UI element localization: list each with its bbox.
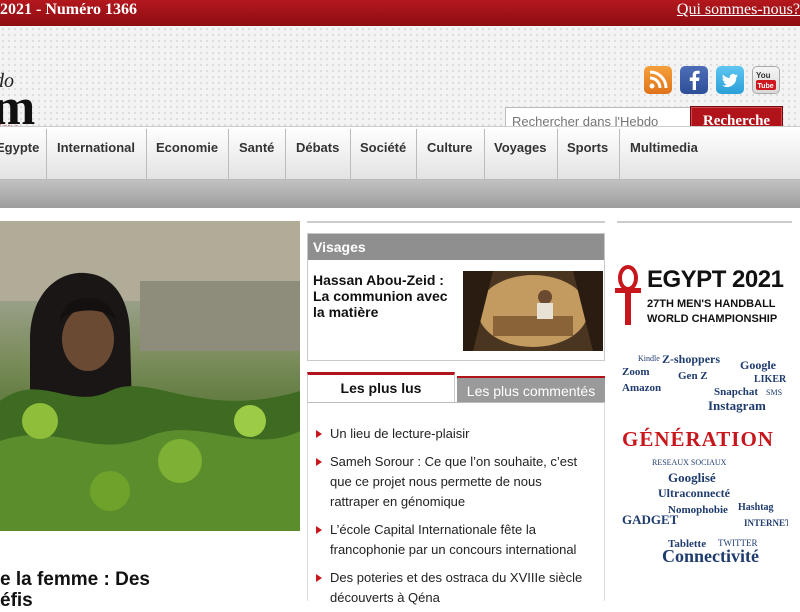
list-item[interactable]: Un lieu de lecture-plaisir: [316, 424, 592, 444]
egypt-2021-banner[interactable]: EGYPT 2021 27TH MEN'S HANDBALL WORLD CHA…: [613, 262, 793, 332]
nav-divider: [146, 129, 147, 179]
tab-most-commented[interactable]: Les plus commentés: [457, 376, 605, 402]
visages-header-label: Visages: [313, 239, 366, 255]
nav-item-international[interactable]: International: [57, 127, 135, 179]
wc-bottom: Connectivité: [662, 546, 759, 566]
wc-word: LIKER: [754, 374, 787, 385]
tabs: Les plus lus Les plus commentés: [307, 372, 605, 402]
list-item-text: Sameh Sorour : Ce que l’on souhaite, c’e…: [330, 454, 578, 509]
wc-word: Amazon: [622, 382, 662, 394]
wc-word: Instagram: [708, 398, 766, 413]
nav-item-voyages[interactable]: Voyages: [494, 127, 547, 179]
wc-word: Ultraconnecté: [658, 486, 730, 500]
egypt-2021-sub1: 27TH MEN'S HANDBALL: [647, 298, 776, 310]
arrow-bullet-icon: [316, 430, 322, 438]
list-item-text: L’école Capital Internationale fête la f…: [330, 522, 577, 557]
wc-word: Snapchat: [714, 386, 759, 398]
sub-nav-bar: [0, 180, 800, 208]
wc-word: Googlisé: [668, 470, 716, 485]
wc-word: Gen Z: [678, 370, 708, 382]
wc-word: Z-shoppers: [662, 352, 721, 366]
wc-word: Zoom: [622, 366, 650, 378]
wc-word: INTERNET: [744, 518, 788, 528]
nav-divider: [350, 129, 351, 179]
arrow-bullet-icon: [316, 458, 322, 466]
nav-item-sports[interactable]: Sports: [567, 127, 608, 179]
nav-item-debats[interactable]: Débats: [296, 127, 339, 179]
visages-box: Visages Hassan Abou-Zeid : La communion …: [307, 233, 605, 361]
wc-word: Nomophobie: [668, 504, 728, 516]
arrow-bullet-icon: [316, 526, 322, 534]
most-read-list: Un lieu de lecture-plaisir Sameh Sorour …: [307, 402, 605, 605]
nav-item-egypte[interactable]: Egypte: [0, 127, 39, 179]
visages-header: Visages: [308, 234, 604, 260]
nav-divider: [285, 129, 286, 179]
nav-divider: [619, 129, 620, 179]
egypt-2021-title: EGYPT 2021: [647, 266, 784, 293]
featured-image[interactable]: [0, 221, 300, 531]
egypt-2021-sub2: WORLD CHAMPIONSHIP: [647, 313, 778, 325]
main-nav: Egypte International Economie Santé Déba…: [0, 126, 800, 180]
svg-text:Tube: Tube: [758, 83, 774, 90]
wc-word: RESEAUX SOCIAUX: [652, 458, 727, 467]
nav-divider: [228, 129, 229, 179]
featured-headline-cont[interactable]: éfis: [0, 590, 33, 612]
issue-number: 2021 - Numéro 1366: [0, 1, 138, 18]
nav-item-culture[interactable]: Culture: [427, 127, 473, 179]
rss-icon[interactable]: [644, 66, 672, 94]
nav-item-economie[interactable]: Economie: [156, 127, 218, 179]
nav-divider: [557, 129, 558, 179]
wc-word: Kindle: [638, 354, 660, 363]
wc-word: SMS: [766, 388, 783, 397]
twitter-icon[interactable]: [716, 66, 744, 94]
header: do m igne YouTube Recherche: [0, 26, 800, 138]
divider: [617, 221, 792, 223]
nav-item-multimedia[interactable]: Multimedia: [630, 127, 698, 179]
visages-article-title[interactable]: Hassan Abou-Zeid : La communion avec la …: [313, 272, 458, 320]
wc-word: Hashtag: [738, 502, 774, 513]
nav-divider: [46, 129, 47, 179]
facebook-icon[interactable]: [680, 66, 708, 94]
nav-divider: [484, 129, 485, 179]
wc-word: Google: [740, 358, 776, 372]
top-bar: 2021 - Numéro 1366 Qui sommes-nous?: [0, 0, 800, 26]
list-item[interactable]: Sameh Sorour : Ce que l’on souhaite, c’e…: [316, 452, 592, 512]
about-us-link[interactable]: Qui sommes-nous?: [677, 0, 800, 20]
list-item[interactable]: L’école Capital Internationale fête la f…: [316, 520, 592, 560]
ankh-icon: [615, 265, 641, 325]
arrow-bullet-icon: [316, 574, 322, 582]
youtube-icon[interactable]: You Tube: [752, 66, 780, 94]
visages-article-image[interactable]: [463, 271, 603, 351]
generation-z-wordcloud[interactable]: Kindle Z-shoppers Google Zoom Gen Z Amaz…: [618, 352, 788, 568]
list-item[interactable]: Des poteries et des ostraca du XVIIIe si…: [316, 568, 592, 608]
svg-text:You: You: [756, 71, 771, 80]
egypt-2021-subtitle: 27TH MEN'S HANDBALL WORLD CHAMPIONSHIP: [647, 297, 777, 327]
nav-item-societe[interactable]: Société: [360, 127, 406, 179]
nav-divider: [416, 129, 417, 179]
divider: [307, 221, 605, 223]
wc-title: GÉNÉRATION: [622, 427, 774, 451]
tab-most-read[interactable]: Les plus lus: [307, 372, 455, 402]
featured-headline[interactable]: e la femme : Des: [0, 568, 150, 592]
list-item-text: Un lieu de lecture-plaisir: [330, 426, 470, 441]
nav-item-sante[interactable]: Santé: [239, 127, 274, 179]
